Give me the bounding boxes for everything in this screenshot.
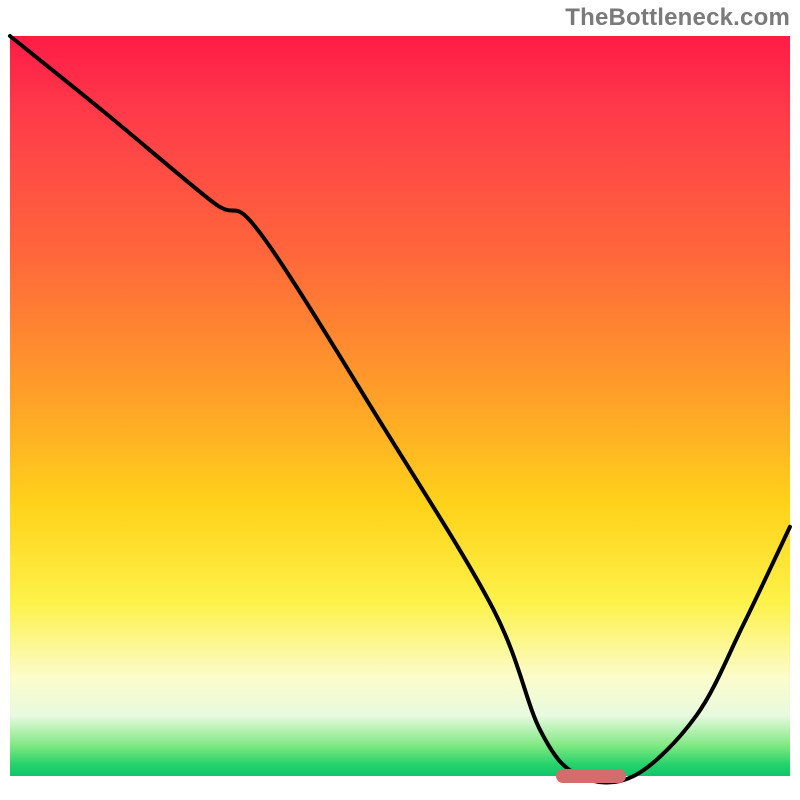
- optimum-range-marker: [556, 769, 626, 783]
- plot-area: [10, 36, 790, 791]
- chart-container: TheBottleneck.com: [0, 0, 800, 800]
- bottleneck-curve-path: [10, 36, 790, 783]
- watermark: TheBottleneck.com: [565, 4, 790, 32]
- bottleneck-curve-svg: [10, 36, 790, 791]
